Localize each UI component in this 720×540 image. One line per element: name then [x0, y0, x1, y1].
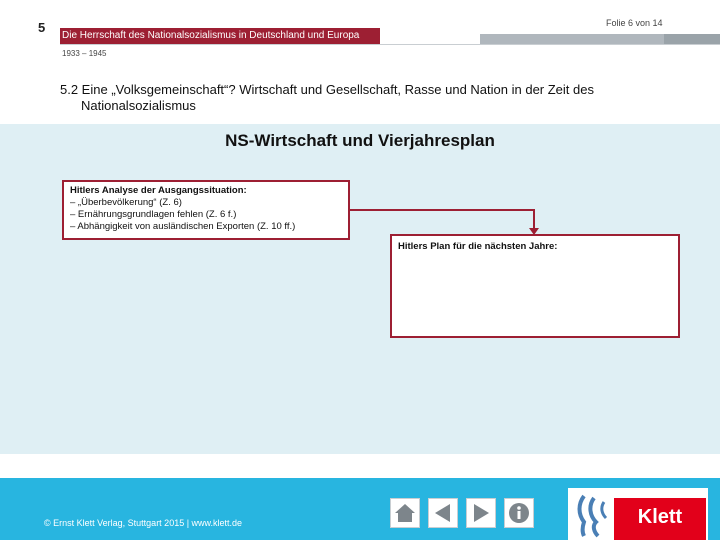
chapter-number: 5 — [38, 20, 46, 35]
previous-icon — [435, 504, 450, 522]
analysis-item: – Ernährungsgrundlagen fehlen (Z. 6 f.) — [70, 209, 237, 220]
next-icon — [474, 504, 489, 522]
header-title: Die Herrschaft des Nationalsozialismus i… — [62, 30, 360, 41]
analysis-item: – „Überbevölkerung“ (Z. 6) — [70, 197, 182, 208]
previous-slide-button[interactable] — [428, 498, 458, 528]
panel-title: NS-Wirtschaft und Vierjahresplan — [225, 131, 495, 150]
plan-title: Hitlers Plan für die nächsten Jahre: — [398, 241, 558, 252]
info-icon — [509, 503, 529, 523]
next-slide-button[interactable] — [466, 498, 496, 528]
section-heading-line2: Nationalsozialismus — [81, 98, 196, 113]
header-right-line — [480, 34, 664, 44]
header-right-accent — [664, 34, 720, 44]
plan-box[interactable]: Hitlers Plan für die nächsten Jahre: — [390, 234, 680, 338]
slide-counter: Folie 6 von 14 — [606, 18, 663, 28]
header-years: 1933 – 1945 — [62, 49, 107, 58]
section-heading-line1: 5.2 Eine „Volksgemeinschaft“? Wirtschaft… — [60, 82, 594, 97]
logo-text: Klett — [637, 506, 683, 528]
klett-logo[interactable]: Klett — [568, 488, 708, 540]
connector-line-vertical — [533, 209, 535, 229]
logo-text-background: Klett — [614, 498, 706, 540]
connector-line — [350, 209, 535, 211]
copyright-text: © Ernst Klett Verlag, Stuttgart 2015 | w… — [44, 518, 243, 528]
section-heading: 5.2 Eine „Volksgemeinschaft“? Wirtschaft… — [60, 82, 700, 114]
analysis-item: – Abhängigkeit von ausländischen Exporte… — [70, 221, 296, 232]
info-button[interactable] — [504, 498, 534, 528]
analysis-title: Hitlers Analyse der Ausgangssituation: — [70, 185, 247, 196]
klett-emblem-icon — [577, 494, 608, 538]
analysis-box: Hitlers Analyse der Ausgangssituation: –… — [62, 180, 350, 240]
home-button[interactable] — [390, 498, 420, 528]
home-icon — [395, 504, 415, 522]
header-divider — [60, 44, 720, 45]
